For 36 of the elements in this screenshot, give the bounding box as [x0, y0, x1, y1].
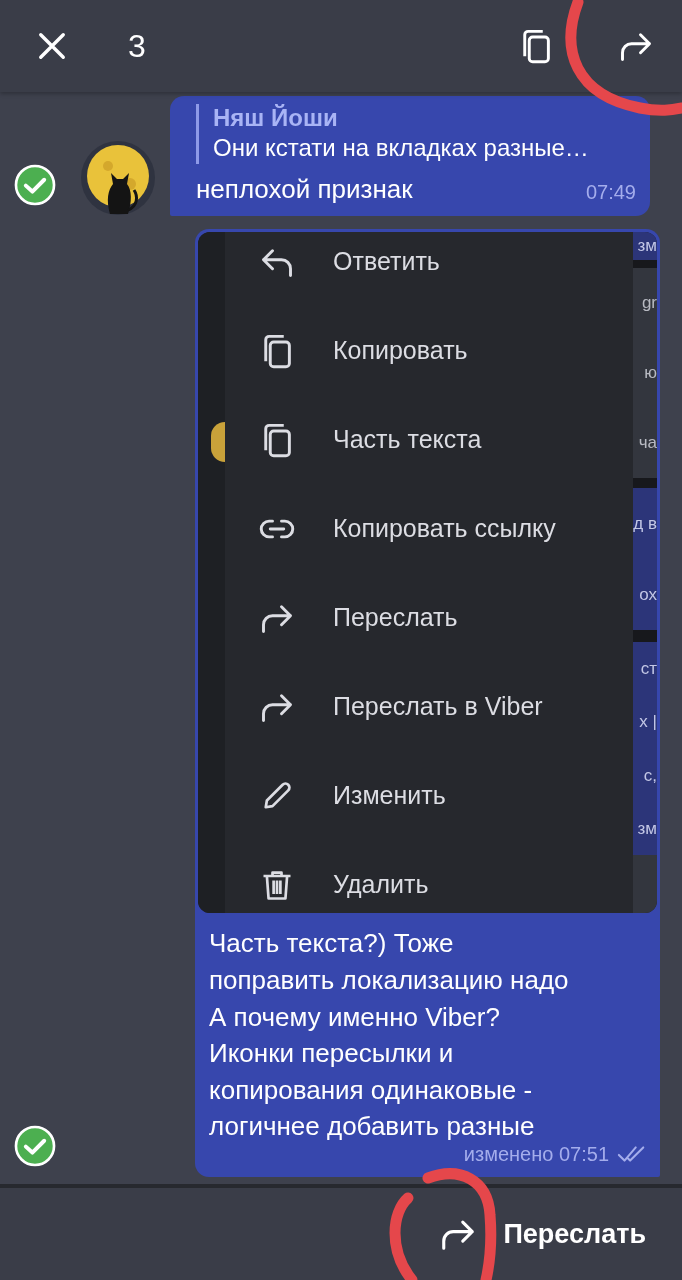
- menu-item[interactable]: Переслать: [225, 573, 633, 663]
- text-fragment: ча: [638, 433, 657, 454]
- menu-item[interactable]: Переслать в Viber: [225, 662, 633, 752]
- check-icon[interactable]: [14, 1125, 56, 1167]
- message-time: 07:49: [585, 181, 636, 205]
- text-fragment: д в: [633, 513, 657, 534]
- text-fragment: ст: [640, 659, 657, 680]
- message-time: изменено 07:51: [463, 1142, 609, 1166]
- text-fragment: ох: [639, 584, 657, 605]
- reply-text: Они кстати на вкладках разные…: [213, 133, 590, 164]
- message-text: неплохой признак: [196, 173, 413, 207]
- divider-fragment: [633, 630, 657, 643]
- text-fragment: зм: [637, 236, 657, 257]
- menu-item[interactable]: Копировать: [225, 306, 633, 396]
- forward-button[interactable]: Переслать: [433, 1209, 652, 1259]
- text-fragment: с,: [643, 765, 657, 786]
- reply-author: Няш Йоши: [213, 104, 339, 133]
- menu-item[interactable]: Часть текста: [225, 395, 633, 485]
- menu-item[interactable]: Ответить: [225, 232, 633, 307]
- selected-count: 3: [128, 27, 146, 65]
- avatar-fragment-icon: [211, 422, 225, 463]
- panel-fragment: [633, 855, 657, 914]
- avatar-icon[interactable]: [80, 140, 156, 217]
- divider-fragment: [633, 478, 657, 489]
- divider-fragment: [633, 260, 657, 269]
- text-fragment: зм: [637, 818, 657, 839]
- menu-item[interactable]: Копировать ссылку: [225, 484, 633, 574]
- menu-item[interactable]: Удалить: [225, 840, 633, 914]
- text-fragment: х |: [639, 712, 657, 733]
- menu-item[interactable]: Изменить: [225, 751, 633, 841]
- message-text: Часть текста?) Тоже поправить локализацию надо А почему именно Viber? Иконки пересылки и копирования одинаковые - логичнее добавить разные: [208, 927, 570, 1144]
- text-fragment: gr: [641, 293, 657, 314]
- screenshot-image[interactable]: Ответить Копировать Часть текста Копировать ссылку Переслать Переслать в Viber Изменить Удалить зм gr ю ча д в ох ст х | с, зм: [198, 232, 657, 914]
- text-fragment: ю: [644, 363, 657, 384]
- check-icon[interactable]: [14, 164, 56, 207]
- reply-quote[interactable]: Няш Йоши Они кстати на вкладках разные…: [196, 104, 636, 165]
